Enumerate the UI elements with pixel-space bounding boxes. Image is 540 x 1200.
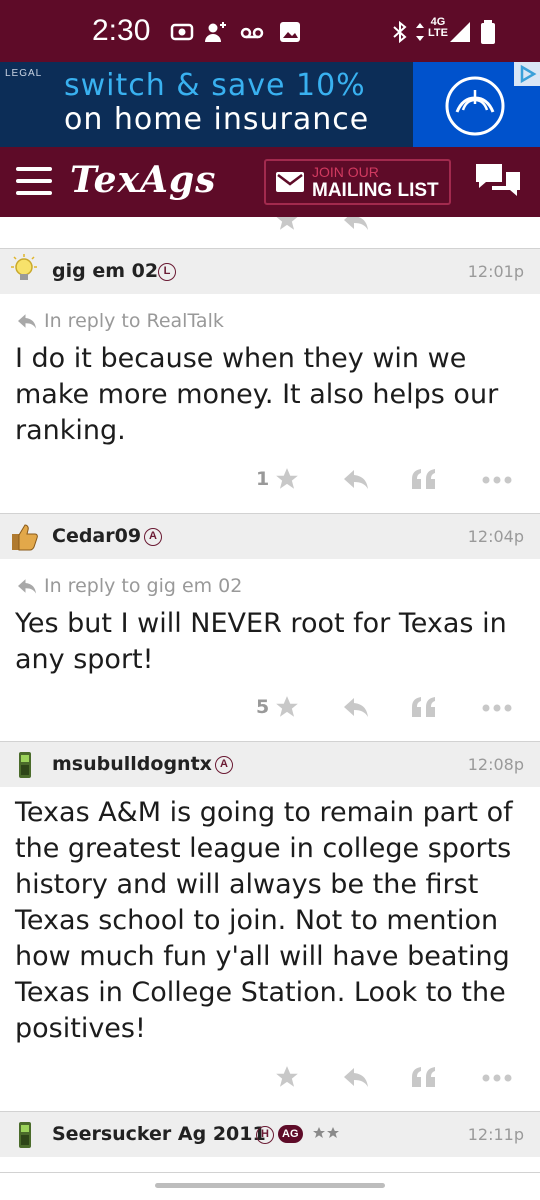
ad-banner[interactable]: LEGAL switch & save 10% on home insuranc… [0,62,540,147]
star-icon[interactable] [274,217,300,233]
reply-to-link[interactable]: In reply to gig em 02 [44,575,242,597]
voicemail-icon [240,27,264,39]
reply-icon[interactable] [342,217,370,233]
star-icon[interactable] [274,694,300,720]
reply-icon[interactable] [342,1064,370,1090]
more-options-icon[interactable] [482,704,512,712]
post-body: Yes but I will NEVER root for Texas in a… [15,608,507,675]
star-icon[interactable] [274,1064,300,1090]
reply-icon[interactable] [342,694,370,720]
hamburger-menu-icon[interactable] [16,167,52,195]
quote-icon[interactable] [410,1064,438,1090]
ad-subheadline: on home insurance [64,102,370,137]
mailing-list-text: MAILING LIST [312,180,439,201]
quote-icon[interactable] [410,694,438,720]
post-username[interactable]: Cedar09 [52,525,141,547]
star-icon[interactable] [274,466,300,492]
user-badge: L [158,263,176,281]
chat-bubbles-icon[interactable] [474,160,522,202]
star-count: 1 [256,468,270,490]
divider [0,1172,540,1173]
site-logo[interactable]: TexAgs [70,159,216,201]
post-header: Seersucker Ag 2011 H AG 12:11p [0,1111,540,1157]
post-actions: 1 [0,462,540,498]
post-header: Cedar09 A 12:04p [0,513,540,559]
post-header: gig em 02 L 12:01p [0,248,540,294]
reply-to-link[interactable]: In reply to RealTalk [44,310,224,332]
adchoices-icon[interactable] [514,62,540,86]
user-badge-ag: AG [278,1125,303,1143]
post-username[interactable]: Seersucker Ag 2011 [52,1123,266,1145]
reply-icon[interactable] [342,466,370,492]
more-options-icon[interactable] [482,1074,512,1082]
ad-legal-label: LEGAL [5,68,43,79]
post-time[interactable]: 12:11p [468,1125,524,1144]
star-count: 5 [256,696,270,718]
person-add-icon [205,22,226,42]
post-actions: 5 [0,690,540,726]
hands-logo-icon [445,76,505,136]
user-badge: A [144,528,162,546]
post-actions [0,1060,540,1096]
envelope-icon [276,172,304,192]
post-actions-prev [0,217,540,239]
post-body: Texas A&M is going to remain part of the… [15,797,513,1044]
post-header: msubulldogntx A 12:08p [0,741,540,787]
cellphone-avatar-icon [19,1122,31,1148]
cellphone-avatar-icon [19,752,31,778]
home-indicator[interactable] [155,1183,385,1188]
reply-arrow-icon [18,314,36,329]
post-body: I do it because when they win we make mo… [15,343,499,446]
top-nav: TexAgs JOIN OUR MAILING LIST [0,147,540,217]
thumbs-up-avatar-icon [12,524,38,551]
reply-arrow-icon [18,579,36,594]
network-type-label: 4G LTE [428,16,448,39]
rating-stars-icon [313,1127,339,1138]
mailing-list-small-text: JOIN OUR [312,164,379,180]
ad-headline: switch & save 10% [64,68,366,103]
user-badge: H [256,1126,274,1144]
post-time[interactable]: 12:08p [468,755,524,774]
post-time[interactable]: 12:04p [468,527,524,546]
network-arrows-icon [416,23,424,41]
more-options-icon[interactable] [482,476,512,484]
post-time[interactable]: 12:01p [468,262,524,281]
post-username[interactable]: msubulldogntx [52,753,212,775]
post-username[interactable]: gig em 02 [52,260,158,282]
signal-icon [450,22,470,42]
screen-record-icon [170,23,194,41]
thread-content: gig em 02 L 12:01p In reply to RealTalk … [0,217,540,1200]
status-bar: 2:30 4G LTE [0,0,540,62]
battery-icon [481,20,495,44]
image-icon [280,22,300,42]
bluetooth-icon [393,20,407,44]
lightbulb-avatar-icon [11,254,37,280]
quote-icon[interactable] [410,466,438,492]
user-badge: A [215,756,233,774]
status-time: 2:30 [92,14,151,47]
mailing-list-button[interactable]: JOIN OUR MAILING LIST [264,159,451,205]
